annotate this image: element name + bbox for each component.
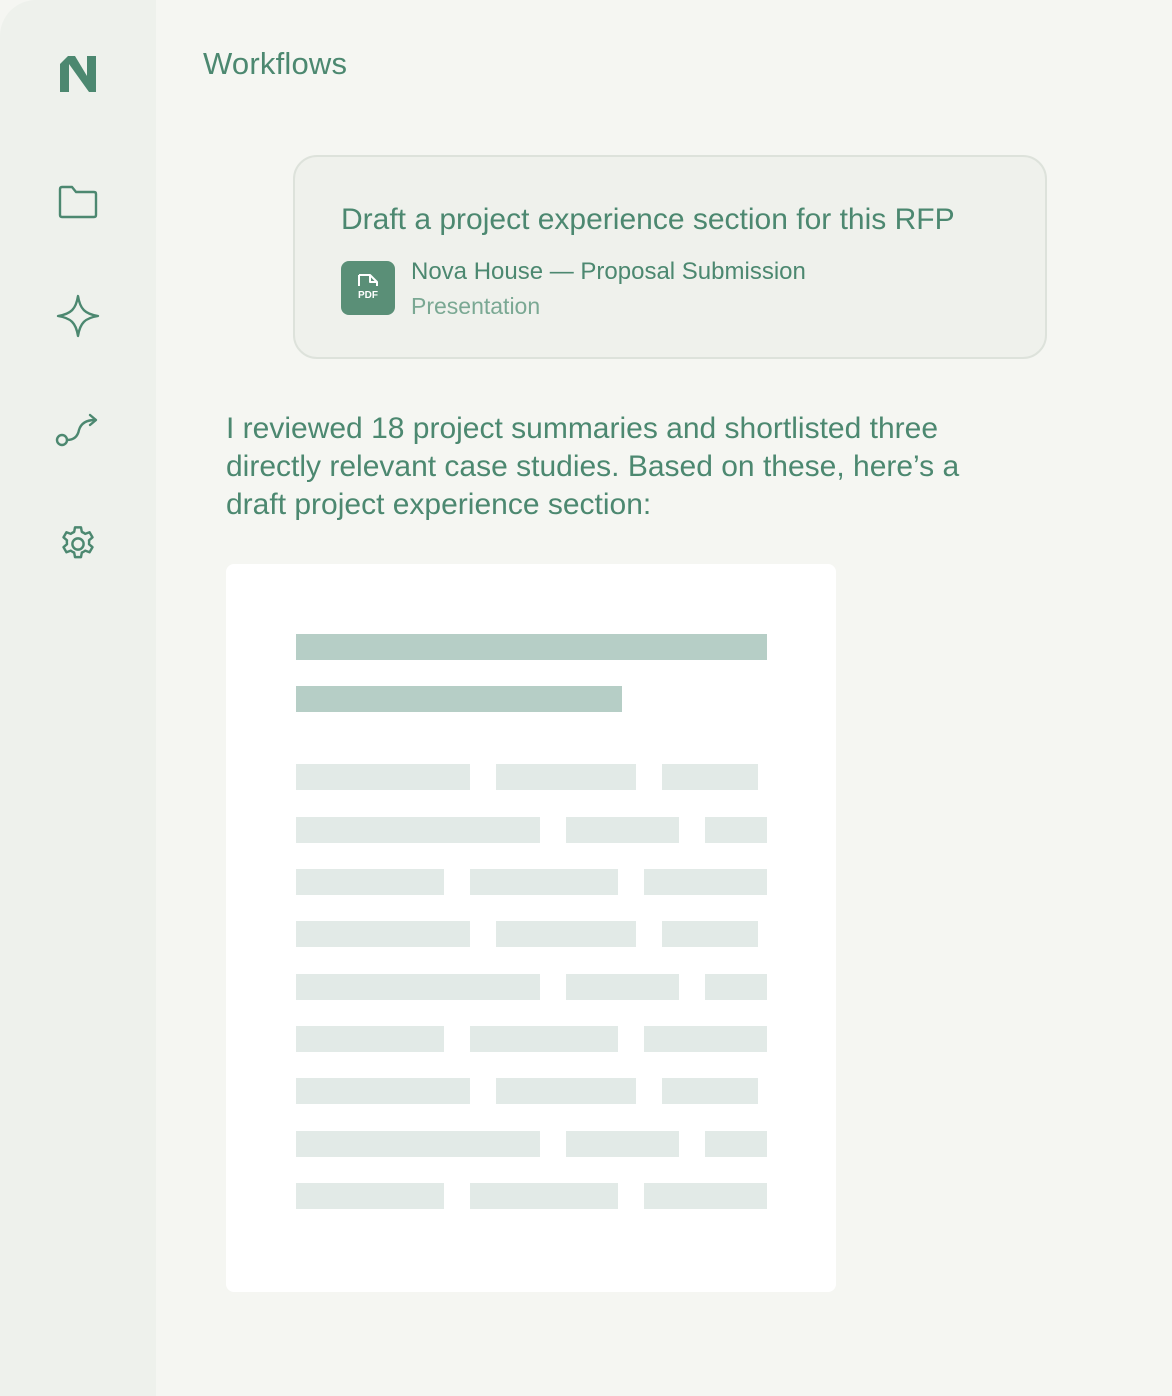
gear-icon[interactable]: [50, 516, 106, 572]
placeholder-text-line: [496, 921, 636, 947]
attachment-type: Presentation: [411, 293, 541, 319]
pdf-file-icon[interactable]: PDF: [341, 261, 395, 315]
placeholder-text-line: [662, 764, 758, 790]
placeholder-text-line: [644, 1026, 767, 1052]
placeholder-text-line: [662, 921, 758, 947]
workflow-icon[interactable]: [50, 402, 106, 458]
placeholder-text-line: [296, 1131, 540, 1157]
placeholder-text-line: [296, 1183, 444, 1209]
placeholder-text-line: [644, 869, 767, 895]
placeholder-text-line: [705, 817, 767, 843]
placeholder-text-line: [705, 1131, 767, 1157]
placeholder-text-line: [566, 1131, 679, 1157]
page-title: Workflows: [203, 46, 348, 81]
prompt-text: Draft a project experience section for t…: [341, 203, 955, 236]
placeholder-text-line: [296, 869, 444, 895]
sidebar: [0, 0, 156, 1396]
placeholder-heading-line: [296, 686, 622, 712]
placeholder-text-line: [566, 974, 679, 1000]
placeholder-text-line: [705, 974, 767, 1000]
placeholder-text-line: [496, 764, 636, 790]
placeholder-text-line: [566, 817, 679, 843]
placeholder-text-line: [496, 1078, 636, 1104]
placeholder-text-line: [470, 1026, 618, 1052]
assistant-response: I reviewed 18 project summaries and shor…: [226, 412, 960, 521]
placeholder-text-line: [470, 869, 618, 895]
placeholder-text-line: [644, 1183, 767, 1209]
placeholder-text-line: [296, 921, 470, 947]
folder-icon[interactable]: [50, 174, 106, 230]
document-preview[interactable]: [226, 564, 836, 1292]
placeholder-text-line: [296, 764, 470, 790]
placeholder-text-line: [296, 1078, 470, 1104]
placeholder-text-line: [296, 974, 540, 1000]
placeholder-text-line: [662, 1078, 758, 1104]
placeholder-text-line: [296, 817, 540, 843]
logo-icon[interactable]: [50, 46, 106, 102]
attachment-name[interactable]: Nova House — Proposal Submission: [411, 258, 806, 286]
placeholder-text-line: [470, 1183, 618, 1209]
placeholder-text-line: [296, 1026, 444, 1052]
sparkle-icon[interactable]: [50, 288, 106, 344]
placeholder-heading-line: [296, 634, 767, 660]
pdf-icon-label: PDF: [358, 290, 378, 301]
app-window: Workflows Draft a project experience sec…: [0, 0, 1172, 1396]
user-prompt-card: Draft a project experience section for t…: [293, 155, 1047, 359]
